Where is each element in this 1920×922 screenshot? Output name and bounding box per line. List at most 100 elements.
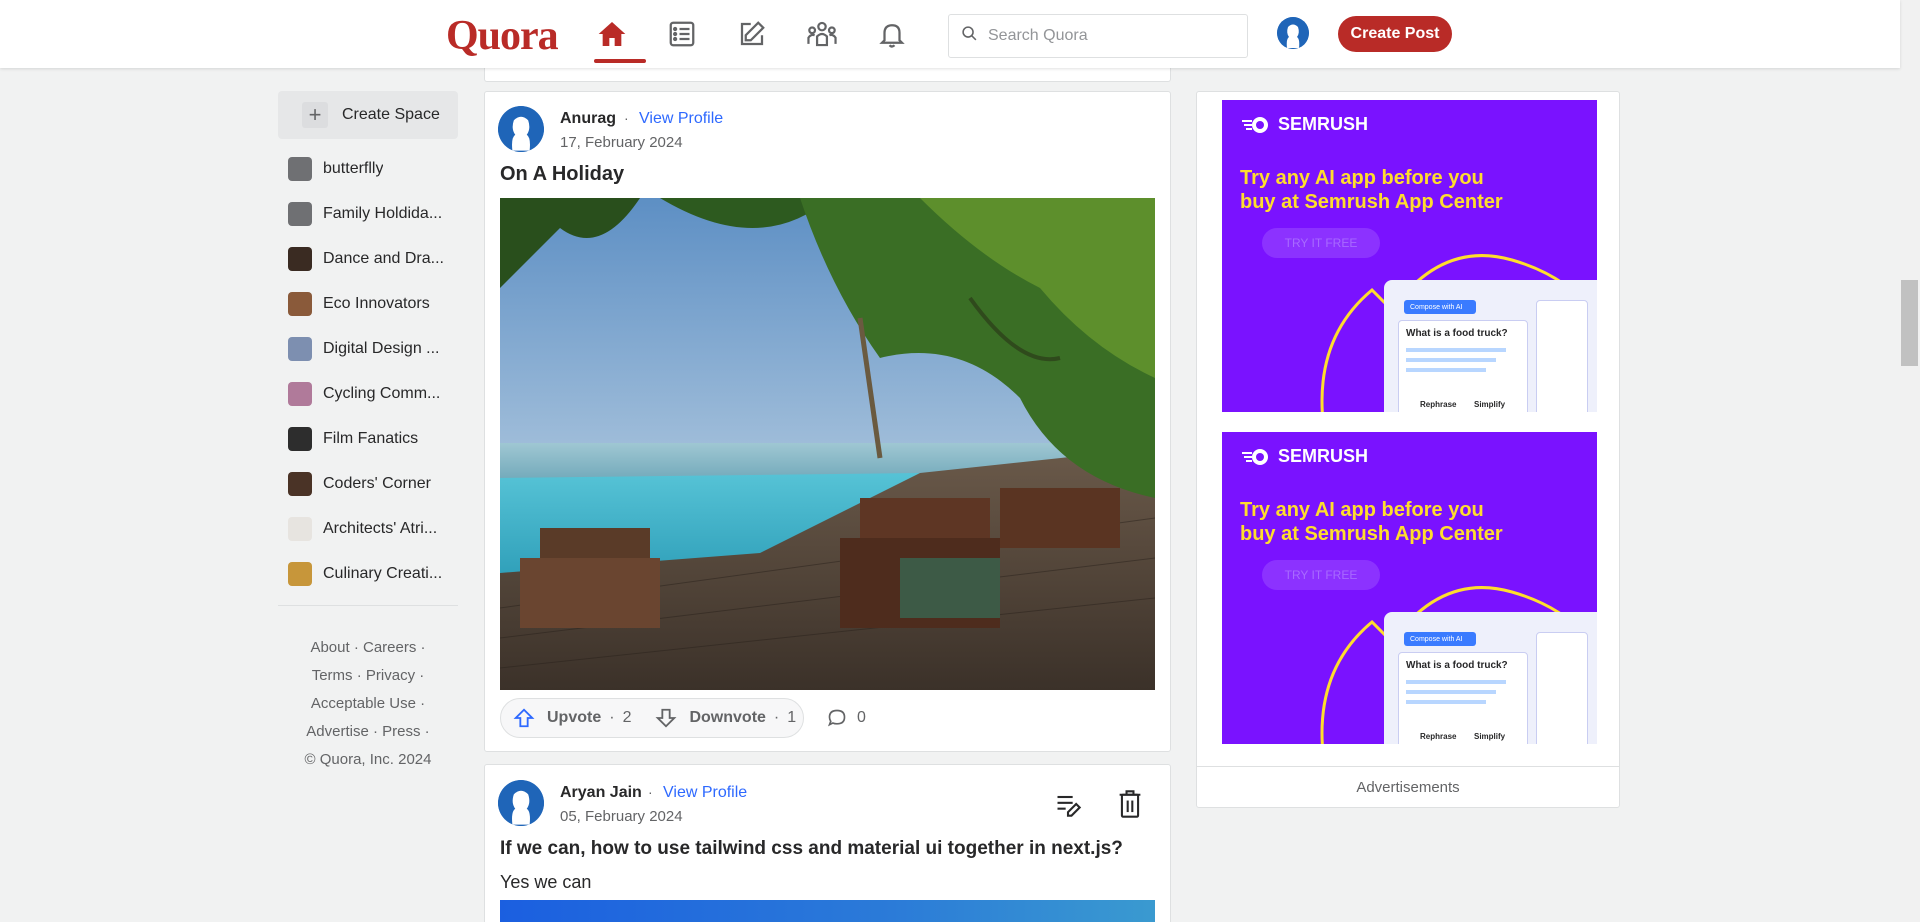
advertisement-banner[interactable]: SEMRUSH Try any AI app before you buy at… bbox=[1222, 100, 1597, 412]
sidebar-space-item[interactable]: Dance and Dra... bbox=[288, 246, 443, 272]
footer-link-careers[interactable]: Careers bbox=[363, 639, 416, 656]
ad-headline-line2: buy at Semrush App Center bbox=[1240, 523, 1503, 545]
downvote-label: Downvote bbox=[689, 709, 766, 726]
space-label: Dance and Dra... bbox=[323, 250, 443, 267]
upvote-label: Upvote bbox=[547, 709, 602, 726]
advertisement-banner[interactable]: SEMRUSH Try any AI app before you buy at… bbox=[1222, 432, 1597, 744]
home-icon[interactable] bbox=[594, 16, 630, 52]
page-scrollbar[interactable] bbox=[1900, 0, 1920, 922]
space-icon bbox=[288, 247, 312, 271]
edit-post-icon[interactable] bbox=[1054, 790, 1082, 823]
upvote-icon bbox=[513, 708, 535, 728]
footer-link-about[interactable]: About bbox=[310, 639, 349, 656]
footer-link-privacy[interactable]: Privacy bbox=[366, 667, 415, 684]
downvote-count: 1 bbox=[787, 709, 797, 726]
author-avatar[interactable] bbox=[498, 106, 544, 152]
space-icon bbox=[288, 157, 312, 181]
sidebar-space-item[interactable]: Cycling Comm... bbox=[288, 381, 440, 407]
post-image[interactable] bbox=[500, 900, 1155, 922]
space-icon bbox=[288, 337, 312, 361]
create-space-button[interactable]: + Create Space bbox=[278, 91, 458, 139]
separator-dot: · bbox=[624, 110, 629, 126]
space-label: Eco Innovators bbox=[323, 295, 430, 312]
ad-mock-tag: Compose with AI bbox=[1404, 300, 1476, 314]
sidebar-space-item[interactable]: Eco Innovators bbox=[288, 291, 430, 317]
comment-count: 0 bbox=[857, 709, 866, 726]
spaces-icon[interactable] bbox=[804, 16, 840, 52]
quora-logo[interactable]: Quora bbox=[446, 12, 559, 60]
top-navbar: Quora Create Post bbox=[0, 0, 1900, 68]
semrush-logo: SEMRUSH bbox=[1242, 114, 1368, 135]
ad-headline: Try any AI app before you buy at Semrush… bbox=[1240, 166, 1540, 214]
post-author[interactable]: Aryan Jain bbox=[560, 784, 642, 802]
ad-headline: Try any AI app before you buy at Semrush… bbox=[1240, 498, 1540, 546]
sidebar-space-item[interactable]: Architects' Atri... bbox=[288, 516, 437, 542]
comment-icon bbox=[827, 709, 846, 727]
space-icon bbox=[288, 472, 312, 496]
space-label: Culinary Creati... bbox=[323, 565, 443, 582]
footer-link-advertise[interactable]: Advertise bbox=[306, 723, 369, 740]
ad-headline-line1: Try any AI app before you bbox=[1240, 499, 1484, 521]
active-tab-indicator bbox=[594, 59, 646, 63]
search-icon bbox=[961, 25, 978, 47]
ad-mock-title: What is a food truck? bbox=[1406, 660, 1508, 671]
ad-app-mockup: Compose with AI What is a food truck? Re… bbox=[1384, 612, 1597, 744]
following-icon[interactable] bbox=[664, 16, 700, 52]
space-icon bbox=[288, 427, 312, 451]
post-author[interactable]: Anurag bbox=[560, 110, 616, 128]
downvote-button[interactable]: Downvote · 1 bbox=[643, 699, 808, 737]
ad-mock-btn1: Rephrase bbox=[1420, 400, 1457, 409]
space-icon bbox=[288, 292, 312, 316]
sidebar-space-item[interactable]: Culinary Creati... bbox=[288, 561, 442, 587]
space-label: Cycling Comm... bbox=[323, 385, 441, 402]
answer-icon[interactable] bbox=[734, 16, 770, 52]
space-label: Digital Design ... bbox=[323, 340, 440, 357]
plus-icon: + bbox=[302, 102, 328, 128]
notifications-icon[interactable] bbox=[874, 16, 910, 52]
delete-post-icon[interactable] bbox=[1116, 789, 1144, 824]
advertisements-label: Advertisements bbox=[1197, 766, 1619, 808]
view-profile-link[interactable]: View Profile bbox=[663, 784, 747, 802]
footer-link-press[interactable]: Press bbox=[382, 723, 420, 740]
ad-brand-name: SEMRUSH bbox=[1278, 114, 1369, 134]
post-date: 05, February 2024 bbox=[560, 808, 683, 825]
post-title[interactable]: If we can, how to use tailwind css and m… bbox=[500, 838, 1123, 860]
ad-brand-name: SEMRUSH bbox=[1278, 446, 1369, 466]
ad-app-mockup: Compose with AI What is a food truck? Re… bbox=[1384, 280, 1597, 412]
footer-link-terms[interactable]: Terms bbox=[312, 667, 353, 684]
ad-mock-btn1: Rephrase bbox=[1420, 732, 1457, 741]
space-icon bbox=[288, 517, 312, 541]
comments-button[interactable]: 0 bbox=[827, 708, 866, 728]
post-title[interactable]: On A Holiday bbox=[500, 163, 624, 186]
post-image[interactable] bbox=[500, 198, 1155, 690]
vote-controls: Upvote · 2 Downvote · 1 bbox=[500, 698, 804, 738]
ad-headline-line2: buy at Semrush App Center bbox=[1240, 191, 1503, 213]
sidebar-space-item[interactable]: Family Holdida... bbox=[288, 201, 442, 227]
upvote-count-separator: · bbox=[609, 709, 615, 726]
sidebar-space-item[interactable]: butterflly bbox=[288, 156, 383, 182]
create-space-label: Create Space bbox=[342, 106, 440, 123]
footer-link-acceptable-use[interactable]: Acceptable Use bbox=[311, 695, 416, 712]
search-bar[interactable] bbox=[948, 14, 1248, 58]
ad-headline-line1: Try any AI app before you bbox=[1240, 167, 1484, 189]
upvote-count: 2 bbox=[622, 709, 632, 726]
ad-mock-title: What is a food truck? bbox=[1406, 328, 1508, 339]
semrush-logo: SEMRUSH bbox=[1242, 446, 1368, 467]
sidebar-space-item[interactable]: Coders' Corner bbox=[288, 471, 431, 497]
upvote-button[interactable]: Upvote · 2 bbox=[501, 699, 643, 737]
author-avatar[interactable] bbox=[498, 780, 544, 826]
post-body: Yes we can bbox=[500, 872, 592, 892]
sidebar-space-item[interactable]: Digital Design ... bbox=[288, 336, 440, 362]
copyright: © Quora, Inc. 2024 bbox=[304, 751, 432, 768]
space-icon bbox=[288, 562, 312, 586]
scrollbar-thumb[interactable] bbox=[1901, 280, 1918, 366]
view-profile-link[interactable]: View Profile bbox=[639, 110, 723, 128]
search-input[interactable] bbox=[988, 27, 1228, 45]
footer-links: About · Careers · Terms · Privacy · Acce… bbox=[278, 634, 458, 774]
downvote-count-separator: · bbox=[773, 709, 780, 726]
sidebar-space-item[interactable]: Film Fanatics bbox=[288, 426, 418, 452]
separator-dot: · bbox=[648, 784, 653, 800]
space-label: butterflly bbox=[323, 160, 384, 177]
user-avatar[interactable] bbox=[1277, 17, 1309, 49]
create-post-button[interactable]: Create Post bbox=[1338, 16, 1452, 52]
